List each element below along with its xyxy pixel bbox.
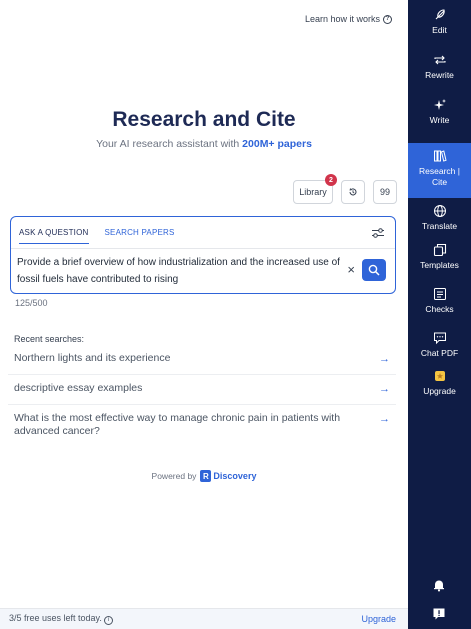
recent-search-text: descriptive essay examples bbox=[14, 382, 143, 394]
globe-icon bbox=[433, 205, 446, 217]
search-card: ASK A QUESTION SEARCH PAPERS Provide a b… bbox=[10, 216, 396, 294]
sidebar-item-research[interactable]: Research | Cite bbox=[408, 143, 471, 198]
recent-search-item[interactable]: What is the most effective way to manage… bbox=[8, 405, 396, 447]
info-icon[interactable]: i bbox=[103, 616, 113, 625]
sidebar-item-edit[interactable]: Edit bbox=[408, 8, 471, 53]
recent-search-item[interactable]: descriptive essay examples → bbox=[8, 375, 396, 405]
question-input[interactable]: Provide a brief overview of how industri… bbox=[17, 254, 342, 288]
sliders-icon[interactable] bbox=[371, 227, 385, 239]
arrow-right-icon: → bbox=[379, 413, 390, 425]
page-title: Research and Cite bbox=[112, 108, 296, 131]
arrow-right-icon: → bbox=[379, 383, 390, 395]
feather-icon bbox=[435, 9, 445, 20]
repeat-icon bbox=[433, 55, 446, 65]
arrow-right-icon: → bbox=[379, 353, 390, 365]
footer-upgrade-link[interactable]: Upgrade bbox=[361, 614, 396, 624]
star-badge-icon bbox=[434, 371, 445, 381]
sidebar-item-chat-pdf[interactable]: Chat PDF bbox=[408, 331, 471, 369]
recent-search-item[interactable]: Northern lights and its experience → bbox=[8, 345, 396, 375]
subtitle-text: Your AI research assistant with bbox=[96, 138, 243, 150]
sidebar-item-label: Upgrade bbox=[423, 386, 456, 396]
sidebar-item-label: Checks bbox=[425, 304, 454, 314]
main-panel: Learn how it works ? Research and Cite Y… bbox=[0, 0, 408, 629]
books-icon bbox=[433, 150, 447, 162]
sidebar: Edit Rewrite Write Research | Cite Trans… bbox=[408, 0, 471, 629]
sidebar-item-label: Rewrite bbox=[425, 70, 454, 80]
learn-how-link[interactable]: Learn how it works ? bbox=[305, 14, 392, 24]
search-icon bbox=[368, 264, 380, 276]
bell-icon[interactable] bbox=[432, 578, 446, 592]
sidebar-item-label: Research | Cite bbox=[419, 166, 460, 187]
powered-by: Powered by R Discovery bbox=[0, 470, 408, 482]
app-root: Learn how it works ? Research and Cite Y… bbox=[0, 0, 471, 629]
tabs-divider bbox=[11, 248, 395, 249]
x-icon[interactable]: × bbox=[347, 262, 355, 277]
usage-text: 3/5 free uses left today. i bbox=[9, 613, 113, 625]
chat-icon bbox=[433, 332, 446, 345]
search-button[interactable] bbox=[362, 259, 386, 281]
library-label: Library bbox=[299, 187, 327, 197]
history-button[interactable] bbox=[341, 180, 365, 204]
cite-label: 99 bbox=[379, 187, 390, 197]
recent-searches-heading: Recent searches: bbox=[14, 334, 85, 344]
sidebar-item-rewrite[interactable]: Rewrite bbox=[408, 53, 471, 98]
usage-footer: 3/5 free uses left today. i Upgrade bbox=[0, 608, 408, 629]
sidebar-item-label: Write bbox=[429, 115, 450, 125]
sidebar-item-templates[interactable]: Templates bbox=[408, 243, 471, 287]
tab-search-papers[interactable]: SEARCH PAPERS bbox=[105, 228, 175, 244]
sparkles-icon bbox=[433, 99, 446, 110]
search-tabs: ASK A QUESTION SEARCH PAPERS bbox=[19, 228, 175, 244]
powered-by-label: Powered by bbox=[151, 471, 197, 481]
copy-icon bbox=[433, 243, 446, 257]
sidebar-item-translate[interactable]: Translate bbox=[408, 198, 471, 243]
page-subtitle: Your AI research assistant with 200M+ pa… bbox=[0, 138, 408, 150]
learn-how-label: Learn how it works bbox=[304, 14, 380, 24]
checklist-icon bbox=[433, 288, 446, 300]
sidebar-item-checks[interactable]: Checks bbox=[408, 287, 471, 331]
sidebar-item-label: Templates bbox=[420, 260, 459, 270]
recent-searches-list: Northern lights and its experience → des… bbox=[8, 345, 396, 447]
discovery-mark-icon: R bbox=[200, 470, 212, 482]
history-icon bbox=[349, 188, 357, 196]
tab-ask-question[interactable]: ASK A QUESTION bbox=[19, 228, 89, 244]
cite-button[interactable]: 99 bbox=[373, 180, 397, 204]
library-badge: 2 bbox=[325, 174, 337, 186]
feedback-icon[interactable] bbox=[432, 607, 446, 621]
recent-search-text: Northern lights and its experience bbox=[14, 352, 171, 364]
sidebar-item-upgrade[interactable]: Upgrade bbox=[408, 369, 471, 409]
sidebar-item-label: Edit bbox=[432, 25, 447, 35]
toolbar: Library 2 99 bbox=[293, 174, 397, 204]
library-button[interactable]: Library 2 bbox=[293, 174, 337, 204]
char-count: 125/500 bbox=[15, 298, 48, 308]
recent-search-text: What is the most effective way to manage… bbox=[14, 412, 341, 437]
discovery-logo: R Discovery bbox=[200, 470, 256, 482]
sidebar-item-label: Chat PDF bbox=[420, 348, 459, 358]
subtitle-highlight: 200M+ papers bbox=[242, 138, 312, 150]
sidebar-nav: Edit Rewrite Write Research | Cite Trans… bbox=[408, 0, 471, 409]
discovery-brand: Discovery bbox=[213, 471, 257, 481]
question-circle-icon: ? bbox=[383, 14, 392, 24]
usage-label: 3/5 free uses left today. bbox=[9, 613, 102, 623]
sidebar-item-label: Translate bbox=[421, 221, 458, 231]
sidebar-item-write[interactable]: Write bbox=[408, 98, 471, 143]
